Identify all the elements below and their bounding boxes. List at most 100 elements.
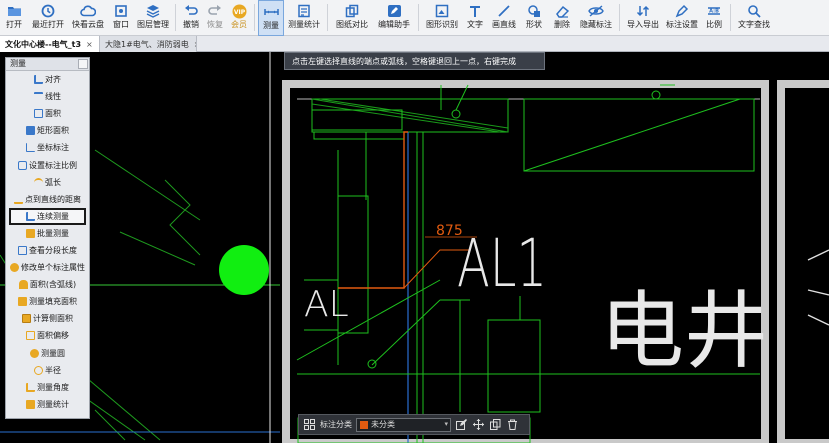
svg-text:A:B: A:B [709, 9, 719, 15]
layers-icon [144, 3, 162, 19]
layer-manager-button[interactable]: 图层管理 [134, 0, 172, 36]
panel-close-button[interactable] [78, 59, 88, 69]
panel-header: 测量 [6, 58, 89, 71]
measure-panel: 测量 对齐 线性 面积 矩形面积 坐标标注 设置标注比例 弧长 点到直线的距离 … [5, 57, 90, 419]
text-button[interactable]: 文字 [462, 0, 488, 36]
panel-item-measure-stats[interactable]: 测量统计 [6, 396, 89, 413]
eraser-icon [553, 3, 571, 19]
measure-button[interactable]: 测量 [258, 0, 284, 36]
shape-button[interactable]: 形状 [520, 0, 548, 36]
toolbar-divider [619, 4, 620, 31]
area-icon [34, 109, 43, 119]
drawing-label-al: AL [304, 284, 349, 325]
panel-item-circle-measure[interactable]: 测量圆 [6, 345, 89, 362]
panel-item-angle[interactable]: 测量角度 [6, 379, 89, 396]
panel-item-arc-length[interactable]: 弧长 [6, 174, 89, 191]
panel-title: 测量 [10, 59, 26, 68]
panel-item-point-line-distance[interactable]: 点到直线的距离 [6, 191, 89, 208]
modify-annotation-icon [10, 263, 19, 273]
measure-stats-button[interactable]: 测量统计 [284, 0, 324, 36]
copy-icon[interactable] [489, 418, 502, 431]
panel-item-area[interactable]: 面积 [6, 105, 89, 122]
toolbar-divider [254, 4, 255, 31]
compare-button[interactable]: 图纸对比 [331, 0, 373, 36]
close-icon[interactable]: × [86, 37, 93, 52]
toolbar: 打开 最近打开 快看云盘 窗口 图层管理 撤销 恢复 VIP 会员 测量 测量统… [0, 0, 829, 36]
draw-line-button[interactable]: 画直线 [488, 0, 520, 36]
panel-item-side-area[interactable]: 计算侧面积 [6, 310, 89, 327]
edit-assistant-button[interactable]: 编辑助手 [373, 0, 415, 36]
close-icon[interactable]: × [194, 37, 196, 52]
shape-icon [525, 3, 543, 19]
grid-icon[interactable] [303, 418, 316, 431]
panel-item-fill-area[interactable]: 测量填充面积 [6, 293, 89, 310]
shape-recognition-button[interactable]: 图形识别 [422, 0, 462, 36]
move-icon[interactable] [472, 418, 485, 431]
panel-item-coordinate[interactable]: 坐标标注 [6, 139, 89, 156]
panel-item-area-offset[interactable]: 面积偏移 [6, 327, 89, 344]
side-area-icon [22, 314, 31, 324]
green-marker [219, 245, 269, 295]
chevron-down-icon: ▾ [444, 419, 448, 428]
recent-button[interactable]: 最近打开 [28, 0, 68, 36]
area-offset-icon [26, 331, 35, 341]
toolbar-divider [418, 4, 419, 31]
panel-item-arc-area[interactable]: 面积(含弧线) [6, 276, 89, 293]
measure-stats-icon [295, 3, 313, 19]
drawing-label-shaft: 电井 [600, 282, 768, 380]
rect-area-icon [26, 126, 35, 136]
panel-item-align[interactable]: 对齐 [6, 71, 89, 88]
hide-annotation-button[interactable]: 隐藏标注 [576, 0, 616, 36]
category-select[interactable]: 未分类 ▾ [356, 417, 451, 432]
edit-assistant-icon [385, 3, 403, 19]
toolbar-divider [730, 4, 731, 31]
delete-button[interactable]: 删除 [548, 0, 576, 36]
instruction-tooltip: 点击左键选择直线的端点或弧线，空格键退回上一点，右键完成 [284, 52, 545, 70]
delete-icon[interactable] [506, 418, 519, 431]
drawing-label-al1: AL1 [457, 225, 547, 302]
text-search-icon [745, 3, 763, 19]
redo-icon [206, 3, 224, 19]
text-icon [466, 3, 484, 19]
annotation-settings-icon [673, 3, 691, 19]
panel-item-linear[interactable]: 线性 [6, 88, 89, 105]
scale-button[interactable]: A:B 比例 [701, 0, 727, 36]
panel-item-rect-area[interactable]: 矩形面积 [6, 122, 89, 139]
cloud-drive-button[interactable]: 快看云盘 [68, 0, 108, 36]
panel-item-scale-set[interactable]: 设置标注比例 [6, 156, 89, 173]
edit-icon[interactable] [455, 418, 468, 431]
arc-length-icon [34, 177, 43, 187]
line-icon [495, 3, 513, 19]
panel-item-radius[interactable]: 半径 [6, 362, 89, 379]
segment-length-icon [18, 245, 27, 255]
point-line-distance-icon [14, 195, 23, 204]
redo-button[interactable]: 恢复 [203, 0, 227, 36]
coordinate-icon [26, 143, 35, 153]
window-button[interactable]: 窗口 [108, 0, 134, 36]
recent-clock-icon [39, 3, 57, 19]
annotation-settings-button[interactable]: 标注设置 [663, 0, 701, 36]
panel-item-modify-annotation[interactable]: 修改单个标注属性 [6, 259, 89, 276]
annotation-category-bar: 标注分类 未分类 ▾ [298, 414, 530, 435]
tab-document-active[interactable]: 文化中心楼--电气_t3 × [0, 36, 100, 52]
open-button[interactable]: 打开 [0, 0, 28, 36]
drawing-canvas[interactable]: 875 AL AL1 电井 [0, 52, 829, 443]
import-export-icon [634, 3, 652, 19]
cloud-icon [79, 3, 97, 19]
compare-icon [343, 3, 361, 19]
category-color-swatch [360, 420, 368, 429]
window-icon [112, 3, 130, 19]
vip-button[interactable]: VIP 会员 [227, 0, 251, 36]
panel-item-continuous-measure[interactable]: 连续测量 [9, 207, 86, 225]
text-search-button[interactable]: 文字查找 [734, 0, 774, 36]
import-export-button[interactable]: 导入导出 [623, 0, 663, 36]
shape-recognition-icon [433, 3, 451, 19]
radius-icon [34, 365, 43, 375]
tab-document[interactable]: 大隐1#电气、消防弱电 × [100, 36, 197, 52]
panel-item-segment-length[interactable]: 查看分段长度 [6, 242, 89, 259]
undo-button[interactable]: 撤销 [179, 0, 203, 36]
undo-icon [182, 3, 200, 19]
arc-area-icon [18, 280, 28, 290]
panel-item-batch-measure[interactable]: 批量测量 [6, 225, 89, 242]
measure-icon [262, 4, 280, 20]
